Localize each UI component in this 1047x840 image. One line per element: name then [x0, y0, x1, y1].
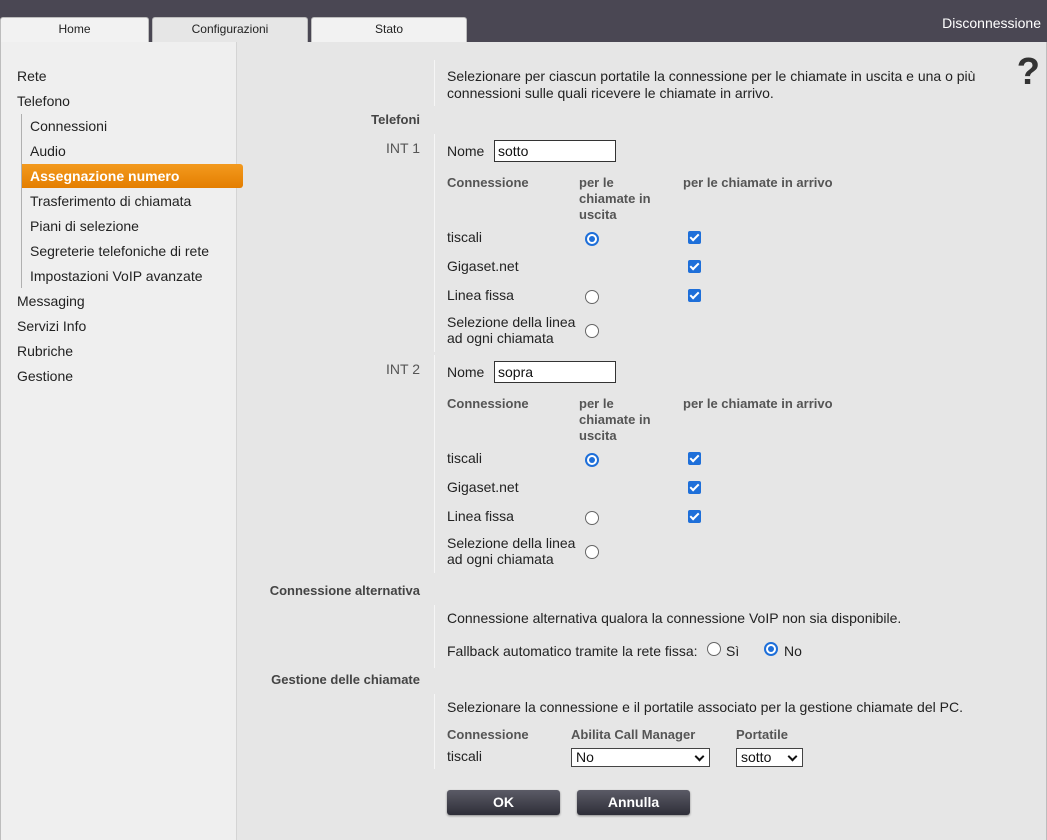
- ok-button[interactable]: OK: [447, 790, 560, 815]
- divider: [434, 605, 435, 668]
- gestione-col-connessione: Connessione: [447, 727, 529, 742]
- int2-row-linea-fissa: Linea fissa: [447, 508, 514, 524]
- gestione-col-portatile: Portatile: [736, 727, 789, 742]
- int2-tiscali-outgoing-radio[interactable]: [585, 453, 599, 467]
- sidebar-item-rete[interactable]: Rete: [17, 68, 47, 84]
- gestione-text: Selezionare la connessione e il portatil…: [447, 699, 963, 715]
- tab-stato[interactable]: Stato: [311, 17, 467, 42]
- divider: [434, 60, 435, 106]
- int2-col-uscita-line3: uscita: [579, 428, 617, 443]
- int1-linea-fissa-incoming-checkbox[interactable]: [688, 289, 701, 302]
- int2-col-uscita-line1: per le: [579, 396, 614, 411]
- int1-row-gigaset: Gigaset.net: [447, 258, 519, 274]
- sidebar-item-trasferimento[interactable]: Trasferimento di chiamata: [30, 193, 191, 209]
- int2-label: INT 2: [386, 361, 420, 377]
- gestione-col-call-manager: Abilita Call Manager: [571, 727, 696, 742]
- content-frame: Rete Telefono Connessioni Audio Assegnaz…: [0, 42, 1047, 840]
- intro-text-line1: Selezionare per ciascun portatile la con…: [447, 68, 976, 84]
- call-manager-select[interactable]: No: [571, 748, 710, 767]
- submenu-line: [21, 114, 22, 288]
- fallback-si-label: Sì: [726, 643, 740, 659]
- sidebar-item-servizi-info[interactable]: Servizi Info: [17, 318, 86, 334]
- sidebar-item-voip-avanzate[interactable]: Impostazioni VoIP avanzate: [30, 268, 203, 284]
- int2-linea-fissa-outgoing-radio[interactable]: [585, 511, 599, 525]
- int2-gigaset-incoming-checkbox[interactable]: [688, 481, 701, 494]
- int1-col-uscita-line2: chiamate in: [579, 191, 651, 206]
- int1-selezione-radio[interactable]: [585, 324, 599, 338]
- int2-row-gigaset: Gigaset.net: [447, 479, 519, 495]
- alternativa-text: Connessione alternativa qualora la conne…: [447, 610, 902, 626]
- chevron-down-icon: [787, 751, 798, 762]
- sidebar-item-messaging[interactable]: Messaging: [17, 293, 85, 309]
- int2-col-arrivo: per le chiamate in arrivo: [683, 396, 833, 411]
- sidebar-item-telefono[interactable]: Telefono: [17, 93, 70, 109]
- int2-name-input[interactable]: [494, 361, 616, 383]
- main-panel: ? Selezionare per ciascun portatile la c…: [237, 42, 1047, 840]
- section-telefoni: Telefoni: [371, 112, 420, 127]
- int1-name-input[interactable]: [494, 140, 616, 162]
- sidebar: Rete Telefono Connessioni Audio Assegnaz…: [1, 42, 243, 840]
- int1-linea-fissa-outgoing-radio[interactable]: [585, 290, 599, 304]
- int1-col-arrivo: per le chiamate in arrivo: [683, 175, 833, 190]
- call-manager-value: No: [576, 749, 594, 765]
- intro-text-line2: connessioni sulle quali ricevere le chia…: [447, 85, 774, 101]
- portatile-select[interactable]: sotto: [736, 748, 803, 767]
- sidebar-item-assegnazione-numero[interactable]: Assegnazione numero: [22, 164, 243, 188]
- fallback-no-radio[interactable]: [764, 642, 778, 656]
- sidebar-item-segreterie[interactable]: Segreterie telefoniche di rete: [30, 243, 209, 259]
- portatile-value: sotto: [741, 749, 772, 765]
- int1-tiscali-outgoing-radio[interactable]: [585, 232, 599, 246]
- tab-configurazioni[interactable]: Configurazioni: [152, 17, 308, 42]
- int1-col-uscita-line3: uscita: [579, 207, 617, 222]
- int1-selezione-line1: Selezione della linea: [447, 314, 576, 330]
- sidebar-item-piani-selezione[interactable]: Piani di selezione: [30, 218, 139, 234]
- chevron-down-icon: [694, 751, 705, 762]
- gestione-row-tiscali: tiscali: [447, 748, 483, 764]
- int2-linea-fissa-incoming-checkbox[interactable]: [688, 510, 701, 523]
- int1-tiscali-incoming-checkbox[interactable]: [688, 231, 701, 244]
- section-connessione-alternativa: Connessione alternativa: [269, 583, 420, 598]
- fallback-si-radio[interactable]: [707, 642, 721, 656]
- int2-name-label: Nome: [447, 364, 485, 380]
- divider: [434, 694, 435, 769]
- top-bar: Home Configurazioni Stato Disconnessione: [0, 0, 1047, 42]
- divider: [434, 355, 435, 573]
- int1-name-label: Nome: [447, 143, 485, 159]
- int1-label: INT 1: [386, 140, 420, 156]
- int1-col-uscita-line1: per le: [579, 175, 614, 190]
- sidebar-item-connessioni[interactable]: Connessioni: [30, 118, 107, 134]
- int2-tiscali-incoming-checkbox[interactable]: [688, 452, 701, 465]
- int1-col-connessione: Connessione: [447, 175, 529, 190]
- int1-gigaset-incoming-checkbox[interactable]: [688, 260, 701, 273]
- logout-link[interactable]: Disconnessione: [942, 15, 1041, 31]
- int2-selezione-radio[interactable]: [585, 545, 599, 559]
- int2-selezione-line1: Selezione della linea: [447, 535, 576, 551]
- int2-row-tiscali: tiscali: [447, 450, 483, 466]
- int2-col-connessione: Connessione: [447, 396, 529, 411]
- int1-row-tiscali: tiscali: [447, 229, 483, 245]
- sidebar-item-audio[interactable]: Audio: [30, 143, 66, 159]
- annulla-button[interactable]: Annulla: [577, 790, 690, 815]
- sidebar-item-rubriche[interactable]: Rubriche: [17, 343, 73, 359]
- tab-home[interactable]: Home: [0, 17, 149, 42]
- fallback-no-label: No: [784, 643, 802, 659]
- fallback-label: Fallback automatico tramite la rete fiss…: [447, 643, 698, 659]
- int2-selezione-line2: ad ogni chiamata: [447, 551, 554, 567]
- help-icon[interactable]: ?: [1017, 52, 1040, 92]
- divider: [434, 134, 435, 352]
- int1-row-linea-fissa: Linea fissa: [447, 287, 514, 303]
- int2-col-uscita-line2: chiamate in: [579, 412, 651, 427]
- int1-selezione-line2: ad ogni chiamata: [447, 330, 554, 346]
- sidebar-item-gestione[interactable]: Gestione: [17, 368, 73, 384]
- section-gestione-chiamate: Gestione delle chiamate: [271, 672, 420, 687]
